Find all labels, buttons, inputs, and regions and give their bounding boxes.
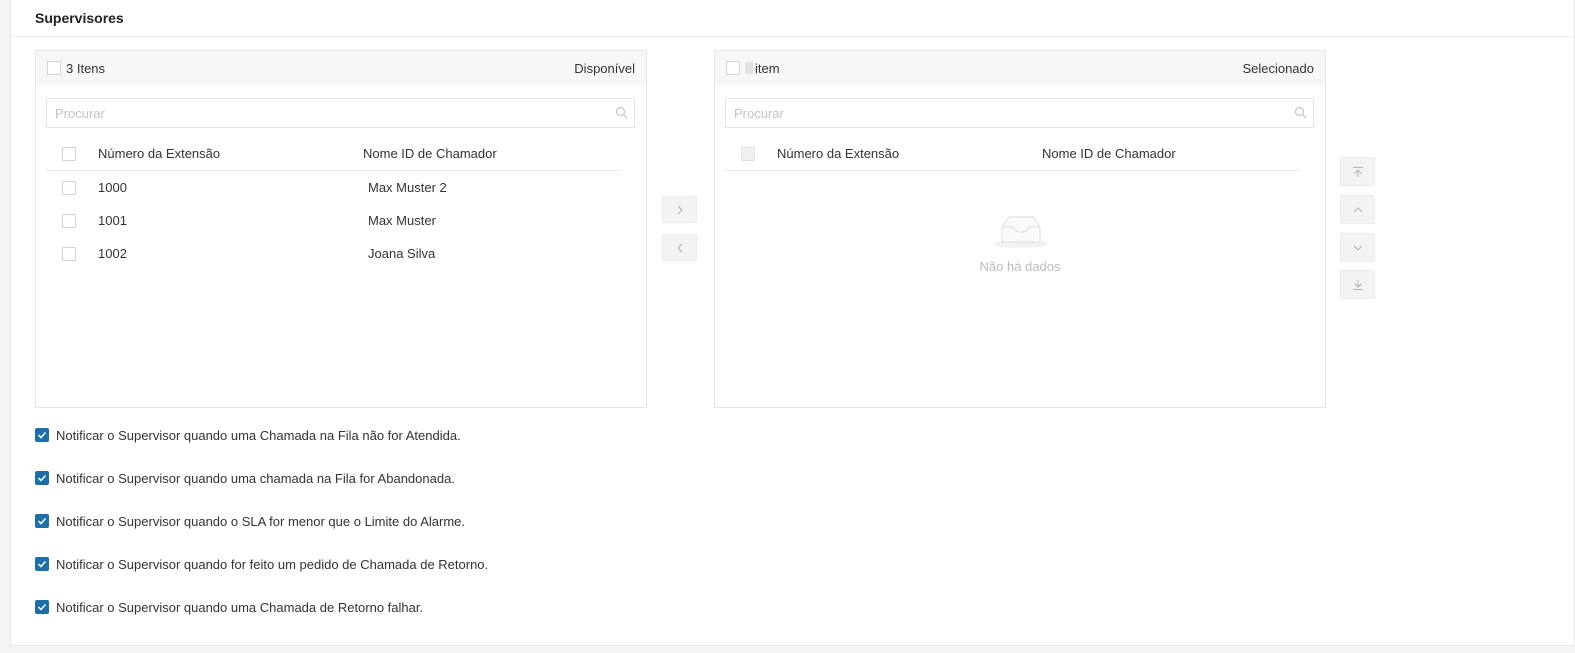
available-panel-header: 3 Itens Disponível xyxy=(36,51,646,85)
title-divider xyxy=(11,36,1574,37)
move-bottom-icon xyxy=(1353,280,1363,291)
available-table-header: Número da Extensão Nome ID de Chamador xyxy=(46,141,620,171)
search-icon xyxy=(615,106,628,119)
check-icon xyxy=(37,474,47,482)
available-title: Disponível xyxy=(574,61,635,76)
move-down-icon xyxy=(1353,245,1363,251)
row-extension: 1000 xyxy=(98,180,127,195)
option-label: Notificar o Supervisor quando uma Chamad… xyxy=(56,600,424,615)
chevron-right-icon xyxy=(677,205,683,215)
available-search[interactable] xyxy=(46,98,635,128)
option-label: Notificar o Supervisor quando for feito … xyxy=(56,557,489,572)
option-checkbox[interactable] xyxy=(35,557,49,571)
selected-count: item xyxy=(745,61,780,76)
count-placeholder xyxy=(745,62,753,74)
selected-header-checkbox[interactable] xyxy=(741,147,755,161)
column-header-extension: Número da Extensão xyxy=(777,146,900,161)
row-caller-name: Max Muster 2 xyxy=(368,180,447,195)
selected-search[interactable] xyxy=(725,98,1314,128)
move-top-icon xyxy=(1353,166,1363,177)
empty-text: Não há dados xyxy=(979,259,1061,274)
supervisors-card: Supervisores 3 Itens Disponível Número d… xyxy=(10,0,1575,646)
option-checkbox[interactable] xyxy=(35,471,49,485)
section-title: Supervisores xyxy=(35,10,124,26)
table-row[interactable]: 1002 Joana Silva xyxy=(46,238,620,271)
row-extension: 1001 xyxy=(98,213,127,228)
empty-inbox-icon xyxy=(994,216,1048,248)
column-header-extension: Número da Extensão xyxy=(98,146,221,161)
table-row[interactable]: 1001 Max Muster xyxy=(46,205,620,238)
option-label: Notificar o Supervisor quando o SLA for … xyxy=(56,514,465,529)
move-down-button[interactable] xyxy=(1340,233,1375,262)
available-search-input[interactable] xyxy=(47,99,587,127)
available-select-all-checkbox[interactable] xyxy=(47,61,61,75)
row-checkbox[interactable] xyxy=(62,247,76,261)
check-icon xyxy=(37,517,47,525)
selected-panel-header: item Selecionado xyxy=(715,51,1325,85)
row-checkbox[interactable] xyxy=(62,181,76,195)
option-checkbox[interactable] xyxy=(35,600,49,614)
check-icon xyxy=(37,431,47,439)
table-row[interactable]: 1000 Max Muster 2 xyxy=(46,172,620,205)
available-count: 3 Itens xyxy=(66,61,106,76)
move-up-icon xyxy=(1353,207,1363,213)
selected-panel: item Selecionado Número da Extensão Nome… xyxy=(714,50,1326,408)
row-caller-name: Joana Silva xyxy=(368,246,436,261)
selected-table-header: Número da Extensão Nome ID de Chamador xyxy=(725,141,1299,171)
available-panel: 3 Itens Disponível Número da Extensão No… xyxy=(35,50,647,408)
selected-search-input[interactable] xyxy=(726,99,1266,127)
option-label: Notificar o Supervisor quando uma chamad… xyxy=(56,471,455,486)
column-header-caller-id: Nome ID de Chamador xyxy=(363,146,497,161)
option-label: Notificar o Supervisor quando uma Chamad… xyxy=(56,428,461,443)
selected-select-all-checkbox[interactable] xyxy=(726,61,740,75)
move-bottom-button[interactable] xyxy=(1340,270,1375,299)
check-icon xyxy=(37,560,47,568)
move-up-button[interactable] xyxy=(1340,195,1375,224)
move-top-button[interactable] xyxy=(1340,157,1375,186)
row-caller-name: Max Muster xyxy=(368,213,436,228)
selected-title: Selecionado xyxy=(1242,61,1314,76)
chevron-left-icon xyxy=(677,243,683,253)
move-to-selected-button[interactable] xyxy=(662,196,697,223)
option-checkbox[interactable] xyxy=(35,428,49,442)
row-extension: 1002 xyxy=(98,246,127,261)
option-checkbox[interactable] xyxy=(35,514,49,528)
column-header-caller-id: Nome ID de Chamador xyxy=(1042,146,1176,161)
selected-count-label: item xyxy=(755,61,780,76)
move-to-available-button[interactable] xyxy=(662,234,697,261)
search-icon xyxy=(1294,106,1307,119)
check-icon xyxy=(37,603,47,611)
available-header-checkbox[interactable] xyxy=(62,147,76,161)
row-checkbox[interactable] xyxy=(62,214,76,228)
